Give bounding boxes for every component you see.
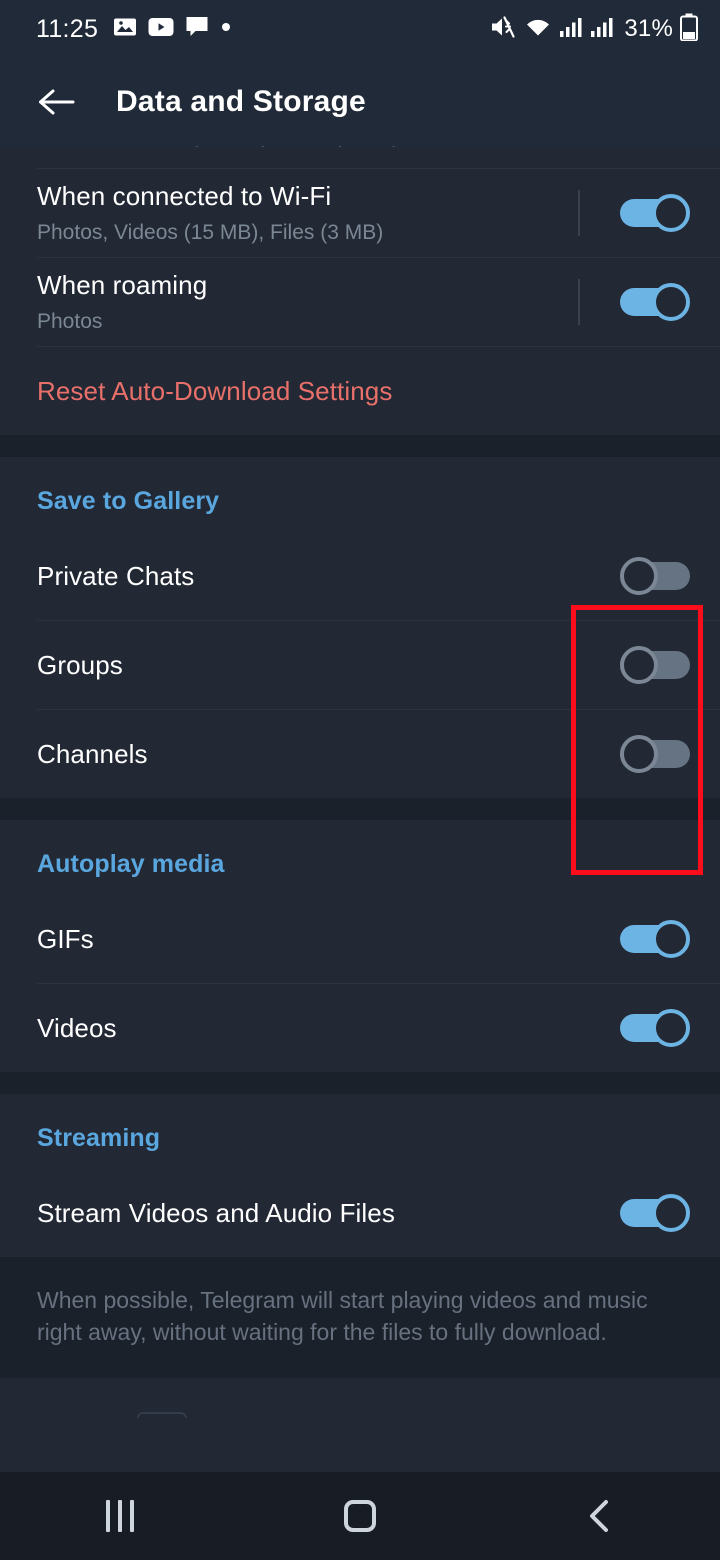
row-title: Channels (37, 738, 148, 769)
toggle-stream-videos-and-audio-files[interactable] (620, 1194, 690, 1232)
status-bar-time: 11:25 (36, 14, 99, 43)
vertical-divider (578, 190, 580, 236)
row-control-group (620, 557, 690, 595)
row-groups[interactable]: Groups (0, 621, 720, 709)
status-bar-system-icons: 31% (489, 13, 698, 46)
row-control-group (620, 1009, 690, 1047)
back-button[interactable] (28, 74, 84, 130)
toggle-videos[interactable] (620, 1009, 690, 1047)
row-control-group (620, 920, 690, 958)
clipped-row: Photos, Videos (15 MB), Files (3 MB) (0, 146, 720, 168)
toggle-groups[interactable] (620, 646, 690, 684)
row-title: GIFs (37, 923, 94, 954)
toggle-knob (652, 920, 690, 958)
section-header-save-to-gallery: Save to Gallery (0, 457, 720, 532)
clipped-element (137, 1412, 187, 1419)
clipped-row-text: Photos, Videos (15 MB), Files (3 MB) (37, 146, 400, 148)
row-title: Private Chats (37, 560, 195, 591)
row-stream-videos-and-audio-files[interactable]: Stream Videos and Audio Files (0, 1169, 720, 1257)
app-bar: Data and Storage (0, 58, 720, 146)
back-nav-button[interactable] (540, 1472, 660, 1560)
mute-icon (489, 14, 517, 45)
toggle-when-connected-to-wifi[interactable] (620, 194, 690, 232)
streaming-description: When possible, Telegram will start playi… (0, 1257, 720, 1379)
row-title: Videos (37, 1012, 117, 1043)
home-button[interactable] (300, 1472, 420, 1560)
toggle-knob (620, 646, 658, 684)
arrow-left-icon (39, 89, 75, 115)
row-title: Stream Videos and Audio Files (37, 1197, 395, 1228)
row-text-group: Reset Auto-Download Settings (37, 376, 690, 407)
row-text-group: Videos (37, 1013, 620, 1044)
clipped-bottom-row (0, 1378, 720, 1419)
toggle-knob (652, 194, 690, 232)
row-subtitle: Photos (37, 309, 103, 333)
settings-scroll-container[interactable]: Photos, Videos (15 MB), Files (3 MB) Whe… (0, 146, 720, 1472)
row-text-group: GIFs (37, 924, 620, 955)
phone-screen: 11:25 31% Data and Storage When connecte… (0, 0, 720, 1560)
home-icon (344, 1500, 376, 1532)
section-separator (0, 1072, 720, 1094)
recents-button[interactable] (60, 1472, 180, 1560)
toggle-channels[interactable] (620, 735, 690, 773)
row-control-group (578, 190, 690, 236)
toggle-private-chats[interactable] (620, 557, 690, 595)
image-icon (113, 15, 137, 44)
row-control-group (620, 646, 690, 684)
toggle-gifs[interactable] (620, 920, 690, 958)
row-control-group (620, 735, 690, 773)
status-bar-notification-icons (113, 15, 232, 44)
row-channels[interactable]: Channels (0, 710, 720, 798)
row-when-roaming[interactable]: When roaming Photos (0, 258, 720, 346)
toggle-when-roaming[interactable] (620, 283, 690, 321)
recents-icon (106, 1500, 134, 1532)
toggle-knob (652, 1194, 690, 1232)
signal-icon (559, 15, 583, 44)
toggle-knob (652, 283, 690, 321)
row-title: Groups (37, 649, 123, 680)
row-when-connected-to-wifi[interactable]: When connected to Wi-Fi Photos, Videos (… (0, 169, 720, 257)
signal-icon (590, 15, 614, 44)
row-text-group: Private Chats (37, 561, 620, 592)
reset-auto-download-label: Reset Auto-Download Settings (37, 375, 393, 406)
section-separator (0, 435, 720, 457)
vertical-divider (578, 279, 580, 325)
section-separator (0, 798, 720, 820)
row-title: When roaming (37, 270, 208, 301)
row-videos[interactable]: Videos (0, 984, 720, 1072)
battery-icon (680, 13, 698, 46)
row-reset-auto-download[interactable]: Reset Auto-Download Settings (0, 347, 720, 435)
row-text-group: When connected to Wi-Fi Photos, Videos (… (37, 181, 578, 245)
toggle-knob (620, 557, 658, 595)
wifi-icon (524, 15, 552, 44)
status-bar: 11:25 31% (0, 0, 720, 58)
battery-percent-label: 31% (624, 15, 673, 42)
page-title: Data and Storage (116, 85, 366, 118)
chat-bubble-icon (185, 15, 209, 44)
row-text-group: Channels (37, 739, 620, 770)
row-gifs[interactable]: GIFs (0, 895, 720, 983)
back-chevron-icon (590, 1500, 608, 1532)
dot-icon (220, 20, 232, 38)
section-header-streaming: Streaming (0, 1094, 720, 1169)
row-control-group (620, 1194, 690, 1232)
row-subtitle: Photos, Videos (15 MB), Files (3 MB) (37, 220, 384, 244)
toggle-knob (652, 1009, 690, 1047)
toggle-knob (620, 735, 658, 773)
section-header-autoplay-media: Autoplay media (0, 820, 720, 895)
row-private-chats[interactable]: Private Chats (0, 532, 720, 620)
row-text-group: Stream Videos and Audio Files (37, 1198, 620, 1229)
row-control-group (578, 279, 690, 325)
row-text-group: Groups (37, 650, 620, 681)
system-navigation-bar (0, 1472, 720, 1560)
row-text-group: When roaming Photos (37, 270, 578, 334)
row-title: When connected to Wi-Fi (37, 181, 332, 212)
youtube-icon (148, 17, 174, 42)
